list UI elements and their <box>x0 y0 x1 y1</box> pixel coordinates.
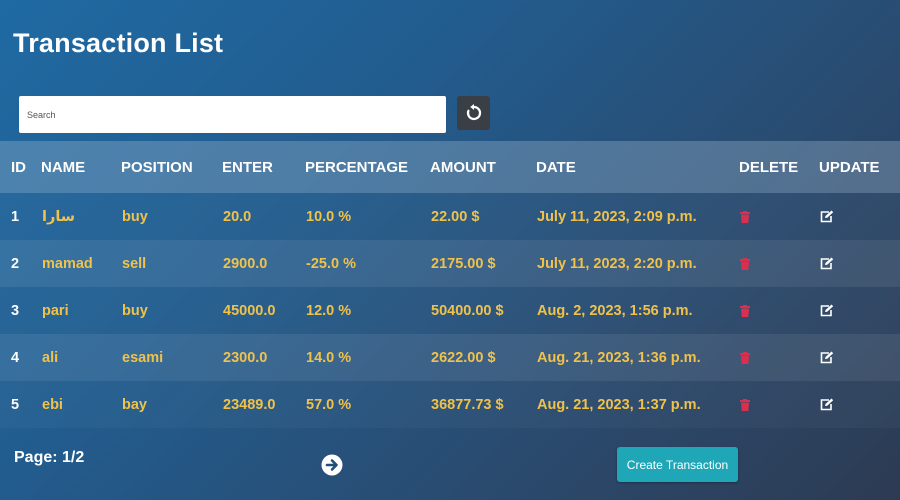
header-name: NAME <box>41 158 86 176</box>
search-input[interactable] <box>19 96 446 133</box>
cell-id: 2 <box>11 255 20 272</box>
cell-amount: 22.00 $ <box>431 208 480 225</box>
cell-enter: 2900.0 <box>223 255 268 272</box>
table-row: 3 pari buy 45000.0 12.0 % 50400.00 $ Aug… <box>0 287 900 334</box>
edit-icon <box>820 304 834 317</box>
header-percentage: PERCENTAGE <box>305 158 409 176</box>
cell-enter: 45000.0 <box>223 302 276 319</box>
delete-button[interactable] <box>739 287 819 334</box>
cell-position: sell <box>122 255 147 272</box>
cell-percentage: 14.0 % <box>306 349 352 366</box>
cell-percentage: 10.0 % <box>306 208 352 225</box>
cell-percentage: -25.0 % <box>306 255 356 272</box>
transactions-table: ID NAME POSITION ENTER PERCENTAGE AMOUNT… <box>0 141 900 428</box>
cell-id: 5 <box>11 396 20 413</box>
cell-amount: 2622.00 $ <box>431 349 496 366</box>
cell-id: 3 <box>11 302 20 319</box>
cell-date: Aug. 2, 2023, 1:56 p.m. <box>537 302 693 319</box>
table-row: 4 ali esami 2300.0 14.0 % 2622.00 $ Aug.… <box>0 334 900 381</box>
cell-position: buy <box>122 208 148 225</box>
cell-date: Aug. 21, 2023, 1:36 p.m. <box>537 349 701 366</box>
table-header-row: ID NAME POSITION ENTER PERCENTAGE AMOUNT… <box>0 141 900 193</box>
cell-name: سارا <box>42 208 76 225</box>
refresh-button[interactable] <box>457 96 490 130</box>
table-row: 5 ebi bay 23489.0 57.0 % 36877.73 $ Aug.… <box>0 381 900 428</box>
cell-enter: 2300.0 <box>223 349 268 366</box>
cell-percentage: 12.0 % <box>306 302 352 319</box>
trash-icon <box>740 351 750 364</box>
edit-icon <box>820 351 834 364</box>
cell-enter: 23489.0 <box>223 396 276 413</box>
page-title: Transaction List <box>13 28 224 58</box>
trash-icon <box>740 210 750 223</box>
cell-position: buy <box>122 302 148 319</box>
table-row: 1 سارا buy 20.0 10.0 % 22.00 $ July 11, … <box>0 193 900 240</box>
cell-date: July 11, 2023, 2:09 p.m. <box>537 208 697 225</box>
create-transaction-button[interactable]: Create Transaction <box>617 447 738 482</box>
cell-amount: 2175.00 $ <box>431 255 496 272</box>
cell-name: ebi <box>42 396 63 413</box>
cell-name: mamad <box>42 255 93 272</box>
header-id: ID <box>11 158 26 176</box>
pagination-label: Page: 1/2 <box>14 449 85 466</box>
cell-date: July 11, 2023, 2:20 p.m. <box>537 255 697 272</box>
edit-icon <box>820 210 834 223</box>
delete-button[interactable] <box>739 240 819 287</box>
delete-button[interactable] <box>739 381 819 428</box>
update-button[interactable] <box>819 381 900 428</box>
cell-date: Aug. 21, 2023, 1:37 p.m. <box>537 396 701 413</box>
cell-enter: 20.0 <box>223 208 252 225</box>
header-position: POSITION <box>121 158 193 176</box>
update-button[interactable] <box>819 334 900 381</box>
update-button[interactable] <box>819 193 900 240</box>
cell-position: esami <box>122 349 164 366</box>
delete-button[interactable] <box>739 193 819 240</box>
header-amount: AMOUNT <box>430 158 496 176</box>
table-row: 2 mamad sell 2900.0 -25.0 % 2175.00 $ Ju… <box>0 240 900 287</box>
update-button[interactable] <box>819 287 900 334</box>
cell-amount: 50400.00 $ <box>431 302 504 319</box>
cell-id: 4 <box>11 349 20 366</box>
trash-icon <box>740 257 750 270</box>
delete-button[interactable] <box>739 334 819 381</box>
trash-icon <box>740 304 750 317</box>
arrow-right-circle-icon <box>321 454 343 476</box>
cell-name: ali <box>42 349 59 366</box>
next-page-button[interactable] <box>321 454 343 476</box>
trash-icon <box>740 398 750 411</box>
transactions-table-wrapper: ID NAME POSITION ENTER PERCENTAGE AMOUNT… <box>0 141 900 428</box>
update-button[interactable] <box>819 240 900 287</box>
header-update: UPDATE <box>819 158 880 176</box>
header-date: DATE <box>536 158 576 176</box>
cell-amount: 36877.73 $ <box>431 396 504 413</box>
header-enter: ENTER <box>222 158 273 176</box>
cell-name: pari <box>42 302 69 319</box>
edit-icon <box>820 398 834 411</box>
cell-percentage: 57.0 % <box>306 396 352 413</box>
header-delete: DELETE <box>739 158 799 176</box>
edit-icon <box>820 257 834 270</box>
refresh-icon <box>466 104 481 121</box>
cell-position: bay <box>122 396 147 413</box>
cell-id: 1 <box>11 208 20 225</box>
